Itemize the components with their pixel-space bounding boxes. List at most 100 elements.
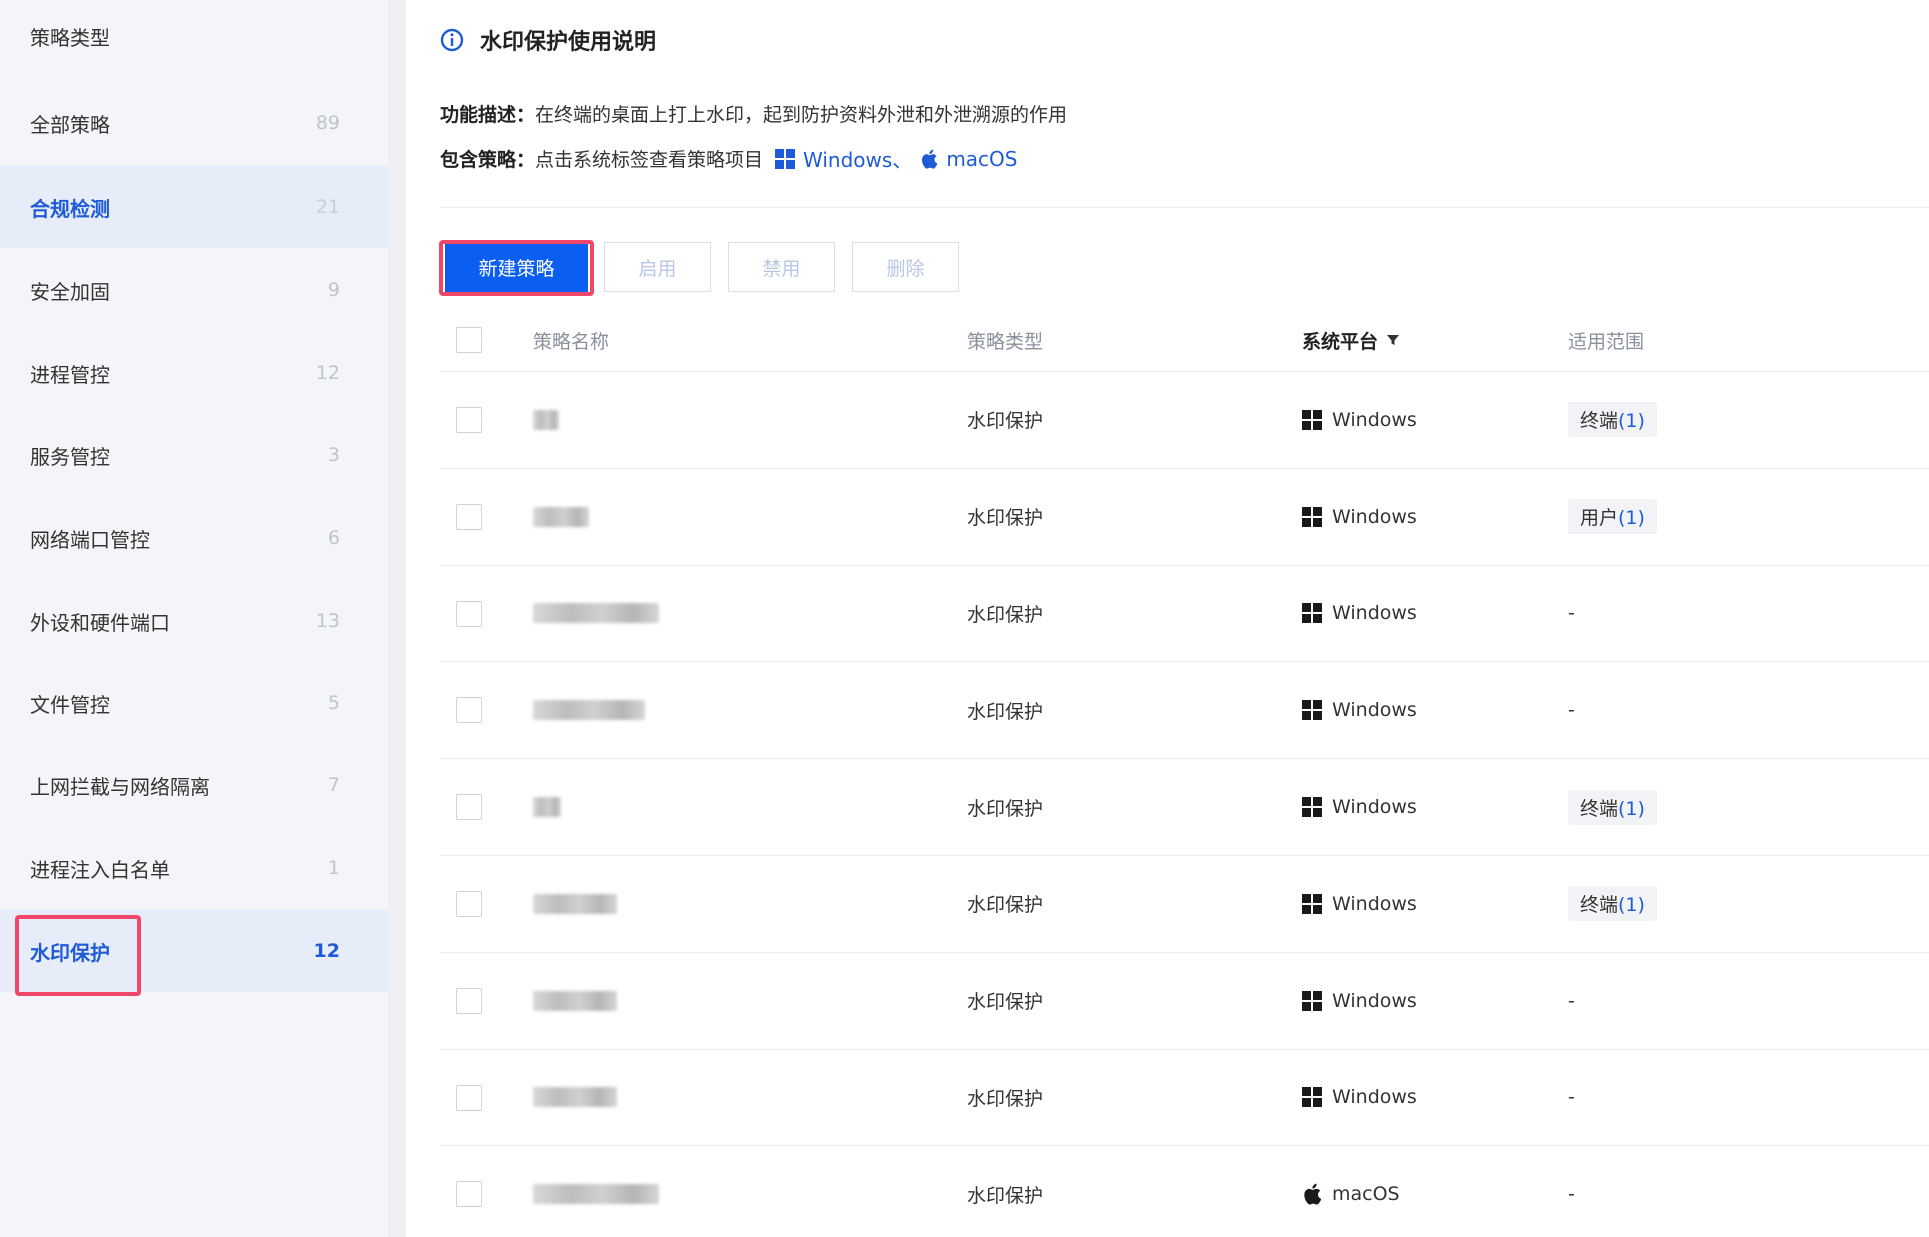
policy-name-redacted[interactable] [533, 372, 559, 468]
sidebar-item-count: 7 [327, 774, 340, 796]
column-header-platform[interactable]: 系统平台 [1302, 308, 1400, 372]
sidebar-item-count: 12 [315, 362, 340, 384]
policy-name-redacted[interactable] [533, 1146, 659, 1237]
row-checkbox[interactable] [456, 1181, 482, 1208]
row-checkbox[interactable] [456, 794, 482, 821]
table-row[interactable]: 水印保护 macOS - [440, 1146, 1929, 1237]
apple-icon [922, 149, 938, 169]
scope-tag[interactable]: 用户(1) [1568, 499, 1657, 535]
windows-icon [1302, 700, 1322, 721]
policy-name-redacted[interactable] [533, 1050, 617, 1146]
table-header: 策略名称 策略类型 系统平台 适用范围 [440, 308, 1929, 372]
sidebar-item-web-blocking[interactable]: 上网拦截与网络隔离 7 [0, 744, 388, 826]
policy-name-redacted[interactable] [533, 469, 589, 565]
select-all-checkbox[interactable] [456, 327, 482, 353]
policy-type-cell: 水印保护 [967, 410, 1044, 433]
windows-icon [1302, 990, 1322, 1011]
scope-tag[interactable]: 终端(1) [1568, 886, 1657, 922]
table-row[interactable]: 水印保护 Windows 终端(1) [440, 856, 1929, 953]
platform-label: Windows [1332, 796, 1417, 819]
platform-cell: Windows [1302, 566, 1417, 662]
sidebar-item-network-port[interactable]: 网络端口管控 6 [0, 497, 388, 579]
filter-icon[interactable] [1386, 333, 1400, 347]
sidebar-item-label: 合规检测 [30, 196, 110, 221]
row-checkbox[interactable] [456, 987, 482, 1014]
sidebar-item-count: 21 [315, 196, 340, 218]
platform-cell: Windows [1302, 1050, 1417, 1146]
sidebar-item-label: 进程管控 [30, 362, 110, 387]
table-row[interactable]: 水印保护 Windows - [440, 953, 1929, 1050]
sidebar-item-injection-whitelist[interactable]: 进程注入白名单 1 [0, 827, 388, 909]
section-divider [440, 207, 1929, 208]
platform-label: Windows [1332, 1086, 1417, 1109]
table-row[interactable]: 水印保护 Windows - [440, 1050, 1929, 1147]
row-checkbox[interactable] [456, 697, 482, 724]
scope-cell: 用户(1) [1568, 469, 1657, 565]
row-checkbox[interactable] [456, 890, 482, 917]
usage-notes-title: 水印保护使用说明 [440, 24, 656, 56]
platform-cell: Windows [1302, 759, 1417, 855]
info-icon [440, 28, 464, 52]
policy-name-redacted[interactable] [533, 856, 617, 952]
sidebar-item-service-control[interactable]: 服务管控 3 [0, 414, 388, 496]
platform-label: Windows [1332, 892, 1417, 915]
platform-label: Windows [1332, 699, 1417, 722]
row-checkbox[interactable] [456, 407, 482, 433]
delete-button[interactable]: 删除 [852, 242, 959, 292]
sidebar-item-label: 进程注入白名单 [30, 857, 170, 882]
scope-tag[interactable]: 终端(1) [1568, 402, 1657, 438]
enable-button[interactable]: 启用 [604, 242, 711, 292]
table-row[interactable]: 水印保护 Windows 用户(1) [440, 469, 1929, 566]
included-policies-value: 点击系统标签查看策略项目 [535, 149, 764, 171]
scope-cell: - [1568, 989, 1575, 1012]
platform-cell: Windows [1302, 662, 1417, 758]
policy-type-cell: 水印保护 [967, 1087, 1044, 1110]
policy-name-redacted[interactable] [533, 566, 659, 662]
sidebar-item-process-control[interactable]: 进程管控 12 [0, 332, 388, 414]
policy-type-cell: 水印保护 [967, 991, 1044, 1014]
table-row[interactable]: 水印保护 Windows - [440, 662, 1929, 760]
platform-cell: macOS [1302, 1146, 1400, 1237]
table-row[interactable]: 水印保护 Windows 终端(1) [440, 759, 1929, 856]
sidebar-item-count: 13 [315, 610, 340, 632]
column-header-type: 策略类型 [967, 330, 1044, 353]
sidebar-item-compliance[interactable]: 合规检测 21 [0, 166, 388, 248]
table-row[interactable]: 水印保护 Windows - [440, 566, 1929, 663]
sidebar-item-label: 网络端口管控 [30, 527, 150, 552]
scope-tag-label: 终端 [1580, 410, 1619, 433]
sidebar-item-file-control[interactable]: 文件管控 5 [0, 662, 388, 744]
sidebar-item-peripherals[interactable]: 外设和硬件端口 13 [0, 580, 388, 662]
policy-name-redacted[interactable] [533, 759, 561, 855]
column-header-name: 策略名称 [533, 330, 610, 353]
platform-label: macOS [1332, 1183, 1400, 1206]
disable-button[interactable]: 禁用 [728, 242, 835, 292]
row-checkbox[interactable] [456, 1084, 482, 1111]
table-row[interactable]: 水印保护 Windows 终端(1) [440, 372, 1929, 469]
windows-platform-link[interactable]: Windows、 [775, 144, 912, 173]
policy-type-cell: 水印保护 [967, 507, 1044, 530]
scope-tag-count: (1) [1618, 410, 1645, 433]
policy-table: 策略名称 策略类型 系统平台 适用范围 水印保护 Windows 终端(1) 水… [440, 308, 1929, 1237]
policy-type-cell: 水印保护 [967, 894, 1044, 917]
sidebar-item-count: 1 [327, 857, 340, 879]
included-policies: 包含策略： 点击系统标签查看策略项目 Windows、 macOS [440, 144, 1017, 173]
row-checkbox[interactable] [456, 600, 482, 627]
sidebar-item-label: 服务管控 [30, 444, 110, 469]
sidebar-item-all-policies[interactable]: 全部策略 89 [0, 82, 388, 164]
scope-tag[interactable]: 终端(1) [1568, 789, 1657, 825]
sidebar-header: 策略类型 [30, 26, 110, 50]
sidebar-item-count: 6 [327, 527, 340, 549]
new-policy-button[interactable]: 新建策略 [445, 242, 588, 292]
macos-platform-link[interactable]: macOS [920, 147, 1017, 171]
policy-name-redacted[interactable] [533, 662, 645, 758]
sidebar-item-watermark[interactable]: 水印保护 12 [0, 910, 388, 992]
windows-icon [1302, 893, 1322, 914]
sidebar-divider [388, 0, 406, 1237]
scope-tag-count: (1) [1618, 507, 1645, 530]
macos-link-label: macOS [946, 146, 1018, 171]
sidebar-item-label: 安全加固 [30, 279, 110, 304]
policy-name-redacted[interactable] [533, 953, 617, 1049]
platform-cell: Windows [1302, 372, 1417, 468]
row-checkbox[interactable] [456, 503, 482, 530]
sidebar-item-hardening[interactable]: 安全加固 9 [0, 249, 388, 331]
